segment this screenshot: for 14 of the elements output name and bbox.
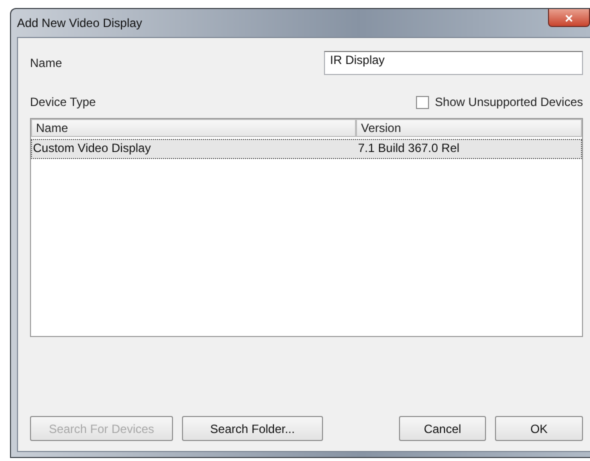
dialog-button[interactable]: Cancel <box>399 416 486 441</box>
device-type-label: Device Type <box>30 95 96 109</box>
checkbox-label: Show Unsupported Devices <box>434 95 583 109</box>
dialog-button[interactable]: OK <box>495 416 583 441</box>
name-label: Name <box>30 56 62 70</box>
dialog-button[interactable]: Search Folder... <box>182 416 323 441</box>
name-field[interactable]: IR Display <box>324 51 583 75</box>
table-cell-text: Custom Video Display <box>32 140 152 157</box>
table-row[interactable]: Custom Video Display 7.1 Build 367.0 Rel <box>31 139 582 159</box>
window-title: Add New Video Display <box>17 16 142 30</box>
column-header[interactable]: Version <box>356 119 582 137</box>
table-cell-text: 7.1 Build 367.0 Rel <box>357 140 460 157</box>
checkbox[interactable] <box>416 96 429 108</box>
column-header[interactable]: Name <box>31 119 356 137</box>
